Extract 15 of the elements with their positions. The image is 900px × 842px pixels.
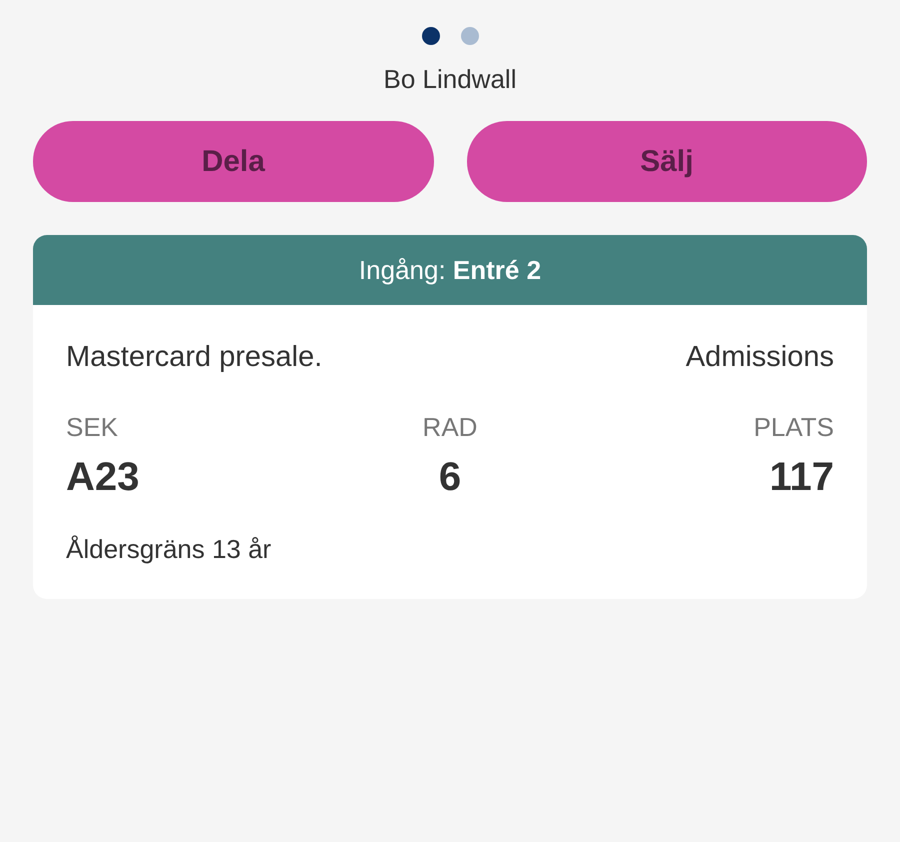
action-button[interactable]: Sälj [466,121,867,202]
seat-label: RAD [422,412,478,443]
seat-label: SEK [66,412,118,443]
entrance-banner: Ingång: Entré 2 [33,235,867,305]
action-button[interactable]: Dela [33,121,434,202]
page-dot[interactable] [460,27,478,45]
ticket-type: Admissions [686,341,834,374]
seat-value: A23 [66,455,140,500]
seat-value: 6 [438,455,462,500]
offer-text: Mastercard presale. [66,341,322,374]
holder-name: Bo Lindwall [384,64,516,95]
age-limit-text: Åldersgräns 13 år [66,534,272,565]
seat-label: PLATS [754,412,834,443]
page-dot[interactable] [422,27,440,45]
seat-value: 117 [769,455,834,500]
